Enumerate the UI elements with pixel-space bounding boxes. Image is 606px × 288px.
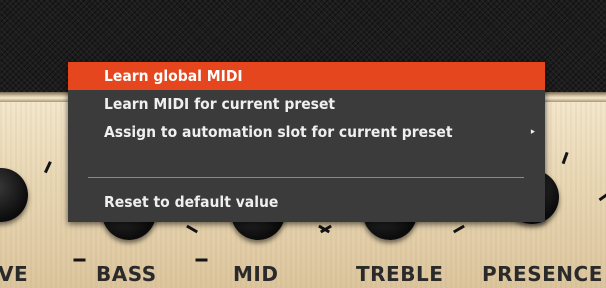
knob-tick — [195, 258, 208, 262]
submenu-arrow-icon: ▸ — [530, 127, 535, 137]
menu-item-label: Learn MIDI for current preset — [104, 95, 336, 113]
knob-label-bass: BASS — [96, 262, 157, 286]
menu-item-label: Reset to default value — [104, 193, 279, 211]
knob-label-drive: VE — [0, 262, 29, 286]
knob-label-presence: PRESENCE — [482, 262, 603, 286]
menu-item-label: Assign to automation slot for current pr… — [104, 123, 453, 141]
menu-item-assign-automation-slot[interactable]: Assign to automation slot for current pr… — [68, 118, 545, 146]
knob-label-mid: MID — [233, 262, 279, 286]
menu-item-label: Learn global MIDI — [104, 67, 243, 85]
context-menu: Learn global MIDI Learn MIDI for current… — [68, 62, 545, 222]
menu-item-learn-midi-current-preset[interactable]: Learn MIDI for current preset — [68, 90, 545, 118]
knob-label-treble: TREBLE — [356, 262, 444, 286]
knob-tick — [73, 258, 86, 262]
menu-separator — [88, 177, 524, 178]
menu-item-reset-default[interactable]: Reset to default value — [68, 188, 545, 216]
menu-item-learn-global-midi[interactable]: Learn global MIDI — [68, 62, 545, 90]
